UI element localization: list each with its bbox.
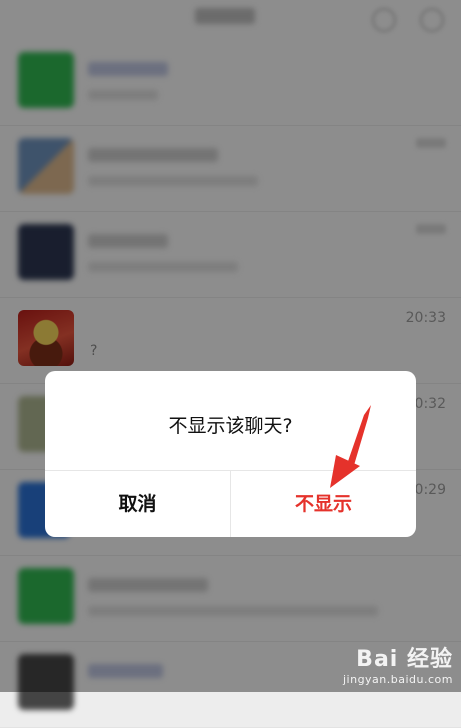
hide-chat-dialog: 不显示该聊天? 取消 不显示	[45, 371, 416, 537]
cancel-button[interactable]: 取消	[45, 471, 230, 537]
baidu-watermark: Bai 经验 jingyan.baidu.com	[343, 641, 453, 686]
dialog-message: 不显示该聊天?	[168, 415, 293, 437]
watermark-brand: Bai 经验	[356, 647, 453, 672]
watermark-url: jingyan.baidu.com	[342, 673, 453, 686]
hide-chat-button[interactable]: 不显示	[231, 471, 416, 537]
modal-overlay[interactable]	[0, 0, 461, 692]
